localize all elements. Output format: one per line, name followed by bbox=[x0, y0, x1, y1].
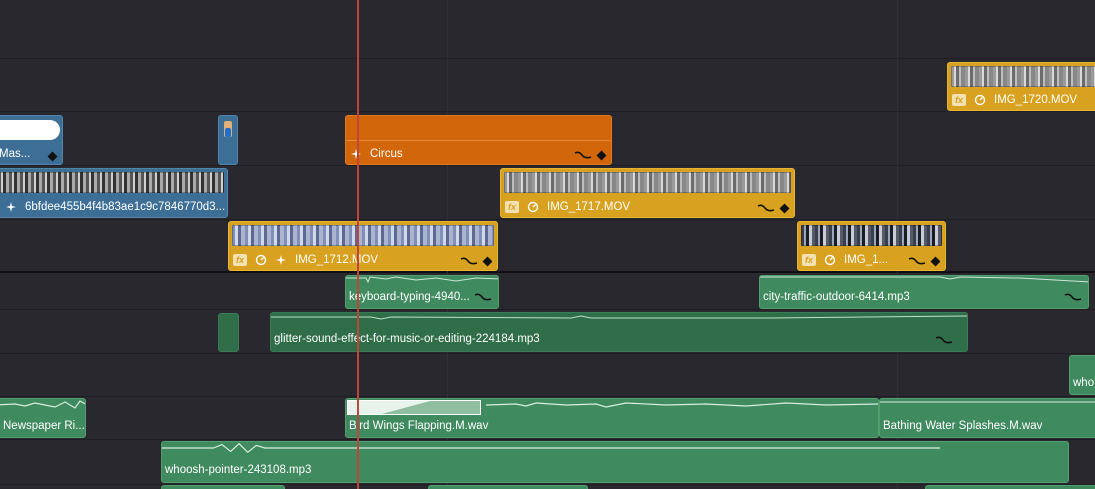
clip-thumbnail bbox=[0, 120, 60, 140]
clip-name: IMG_1712.MOV bbox=[295, 253, 379, 266]
video-track-6 bbox=[0, 0, 1095, 59]
video-track-5 bbox=[0, 59, 1095, 112]
clip-thumbnail-detail bbox=[225, 128, 231, 137]
sparkle-icon bbox=[6, 201, 16, 212]
audio-clip[interactable]: city-traffic-outdoor-6414.mp3 bbox=[759, 275, 1089, 309]
audio-clip[interactable]: glitter-sound-effect-for-music-or-editin… bbox=[270, 312, 968, 352]
timeline[interactable]: fx IMG_1720.MOV Mas... Circus 6bfdee455b… bbox=[0, 0, 1095, 489]
keyframe-icon bbox=[779, 203, 790, 213]
fx-badge: fx bbox=[802, 253, 817, 266]
video-clip[interactable]: fx IMG_1720.MOV bbox=[947, 62, 1095, 111]
audio-waveform bbox=[0, 400, 85, 409]
clip-thumbnail bbox=[232, 225, 494, 246]
clip-thumbnail bbox=[951, 66, 1095, 87]
fx-badge: fx bbox=[233, 253, 248, 266]
curve-icon bbox=[935, 336, 953, 344]
clip-name: city-traffic-outdoor-6414.mp3 bbox=[763, 291, 910, 303]
audio-clip[interactable]: Bathing Water Splashes.M.wav bbox=[879, 398, 1095, 438]
audio-clip[interactable]: who bbox=[1069, 355, 1095, 395]
keyframe-icon bbox=[596, 150, 607, 160]
audio-waveform bbox=[880, 401, 1095, 403]
video-clip[interactable]: fx IMG_1712.MOV bbox=[228, 221, 498, 271]
video-clip[interactable] bbox=[218, 115, 238, 165]
clip-name: IMG_1717.MOV bbox=[547, 200, 631, 213]
clip-name: IMG_1720.MOV bbox=[994, 93, 1078, 106]
clip-name: who bbox=[1073, 377, 1095, 389]
clip-thumbnail bbox=[504, 172, 791, 193]
audio-clip[interactable] bbox=[925, 485, 1095, 489]
video-clip[interactable]: Mas... bbox=[0, 115, 63, 165]
clip-name: Bird Wings Flapping.M.wav bbox=[349, 420, 489, 432]
clip-thumbnail bbox=[0, 172, 224, 193]
video-clip[interactable]: fx IMG_1... bbox=[797, 221, 946, 271]
curve-icon bbox=[474, 293, 492, 301]
clip-name: IMG_1... bbox=[844, 253, 889, 266]
video-clip[interactable]: Circus bbox=[345, 115, 612, 165]
curve-icon bbox=[908, 257, 926, 265]
fx-badge: fx bbox=[952, 93, 967, 106]
clip-name: keyboard-typing-4940... bbox=[349, 291, 470, 303]
audio-clip[interactable] bbox=[218, 313, 239, 352]
curve-icon bbox=[460, 257, 478, 265]
audio-waveform bbox=[760, 276, 1088, 283]
audio-waveform bbox=[271, 315, 967, 320]
curve-icon bbox=[574, 151, 592, 159]
audio-clip[interactable] bbox=[428, 485, 588, 489]
speed-icon bbox=[527, 201, 539, 212]
audio-waveform bbox=[346, 276, 498, 284]
curve-icon bbox=[757, 204, 775, 212]
audio-clip[interactable]: Bird Wings Flapping.M.wav bbox=[345, 398, 879, 438]
audio-waveform bbox=[485, 402, 878, 408]
clip-name: Mas... bbox=[0, 147, 31, 160]
speed-icon bbox=[824, 254, 836, 265]
clip-name: glitter-sound-effect-for-music-or-editin… bbox=[274, 333, 540, 345]
audio-clip[interactable]: Newspaper Ri... bbox=[0, 398, 86, 438]
speed-icon bbox=[974, 94, 986, 105]
keyframe-icon bbox=[482, 256, 493, 266]
fx-badge: fx bbox=[505, 200, 520, 213]
clip-name: Circus bbox=[370, 147, 403, 160]
clip-name: Bathing Water Splashes.M.wav bbox=[883, 420, 1043, 432]
audio-waveform bbox=[162, 442, 941, 454]
audio-clip[interactable]: keyboard-typing-4940... bbox=[345, 275, 499, 309]
audio-clip[interactable] bbox=[161, 485, 285, 489]
playhead[interactable] bbox=[357, 0, 359, 489]
video-clip[interactable]: 6bfdee455b4f4b83ae1c9c7846770d3... bbox=[0, 168, 228, 218]
clip-thumbnail bbox=[801, 225, 942, 246]
audio-track-3 bbox=[0, 354, 1095, 397]
curve-icon bbox=[1064, 293, 1082, 301]
sparkle-icon bbox=[276, 254, 287, 265]
video-clip[interactable]: fx IMG_1717.MOV bbox=[500, 168, 795, 218]
keyframe-icon bbox=[47, 151, 58, 162]
clip-name: Newspaper Ri... bbox=[3, 420, 85, 432]
clip-name: 6bfdee455b4f4b83ae1c9c7846770d3... bbox=[25, 200, 226, 213]
sparkle-icon bbox=[351, 148, 361, 159]
clip-name: whoosh-pointer-243108.mp3 bbox=[165, 464, 312, 476]
audio-clip[interactable]: whoosh-pointer-243108.mp3 bbox=[161, 441, 1069, 483]
keyframe-icon bbox=[930, 256, 941, 266]
speed-icon bbox=[255, 254, 267, 265]
